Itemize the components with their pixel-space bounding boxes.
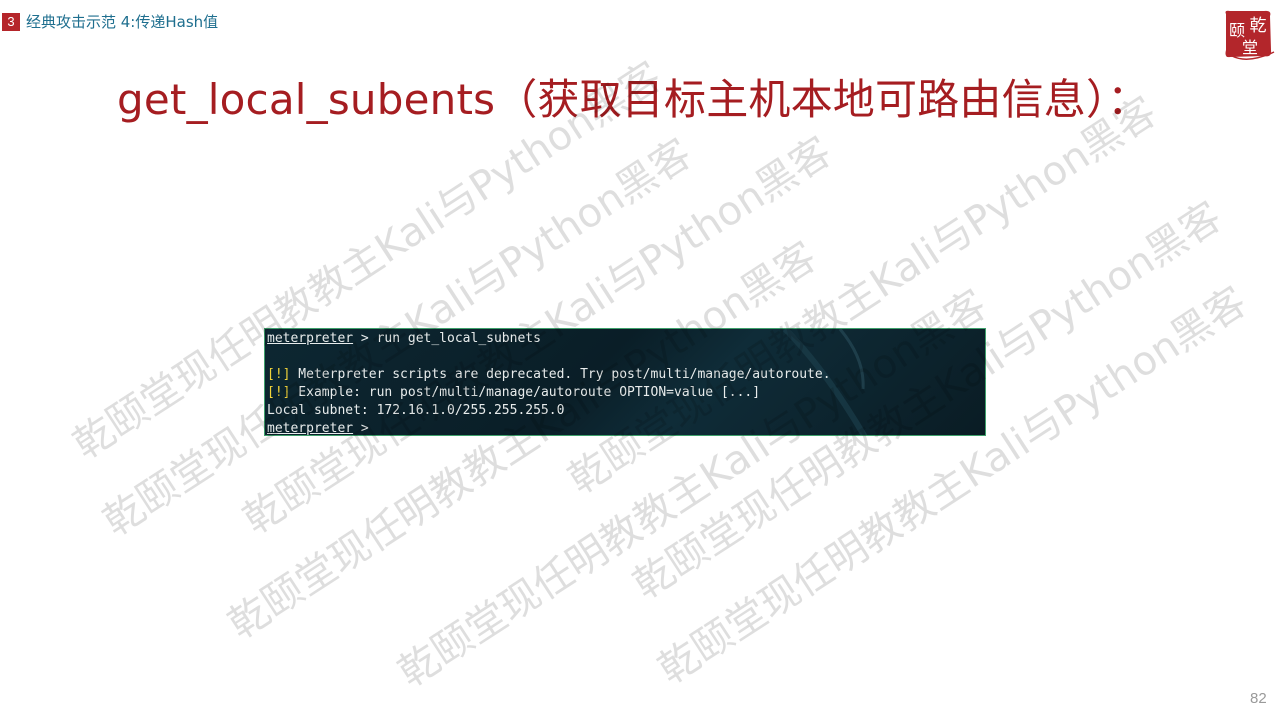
terminal-line-5: Local subnet: 172.16.1.0/255.255.255.0 [267, 403, 565, 418]
terminal-line-3: [!] Meterpreter scripts are deprecated. … [267, 366, 985, 384]
terminal-command: > run get_local_subnets [353, 331, 541, 346]
terminal-prompt: meterpreter [267, 421, 354, 436]
page-title: get_local_subents（获取目标主机本地可路由信息）： [117, 75, 1150, 124]
logo-seal-graphic: 乾 颐 堂 [1225, 10, 1275, 60]
logo-seal: 乾 颐 堂 [1220, 6, 1276, 62]
terminal-warning-flag: [!] [267, 385, 291, 400]
terminal-line-2 [267, 348, 985, 366]
logo-char-top: 乾 [1250, 16, 1267, 36]
terminal-warning-flag: [!] [267, 367, 291, 382]
watermark-text: 乾颐堂现任明教教主Kali与Python黑客 [220, 234, 825, 649]
terminal-caret: > [353, 421, 369, 436]
terminal-prompt: meterpreter [267, 331, 354, 346]
terminal-line-6: meterpreter > [267, 420, 985, 436]
page-number: 82 [1250, 690, 1267, 707]
terminal-line-4: [!] Example: run post/multi/manage/autor… [267, 384, 985, 402]
section-number-badge: 3 [2, 12, 20, 31]
breadcrumb-text: 经典攻击示范 4:传递Hash值 [26, 13, 219, 31]
terminal-screenshot: meterpreter > run get_local_subnets [!] … [264, 328, 986, 436]
terminal-line-1: meterpreter > run get_local_subnets [267, 330, 985, 348]
logo-char-bottom: 堂 [1242, 38, 1258, 57]
watermark-text: 乾颐堂现任明教教主Kali与Python黑客 [560, 89, 1165, 504]
terminal-warning-text: Meterpreter scripts are deprecated. Try … [290, 367, 831, 382]
terminal-example-text: Example: run post/multi/manage/autoroute… [290, 385, 761, 400]
breadcrumb: 3 经典攻击示范 4:传递Hash值 [2, 11, 218, 32]
